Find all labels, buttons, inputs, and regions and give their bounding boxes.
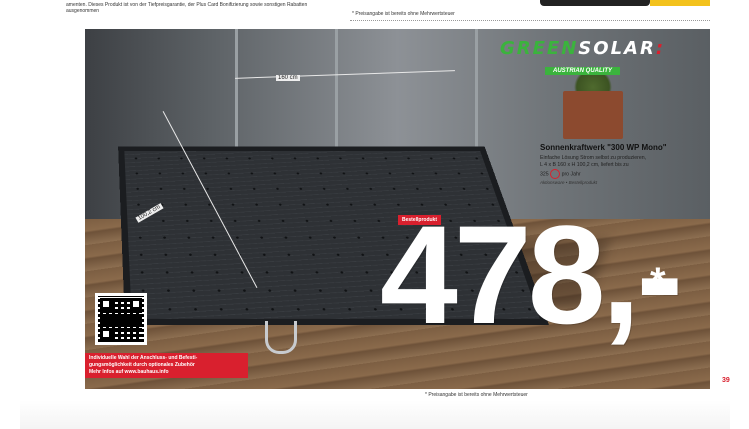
panel-stand [265,321,297,354]
kwh-circle-icon [550,169,561,179]
width-dimension-label: 160 cm [276,75,300,81]
product-title: Sonnenkraftwerk "300 WP Mono" [540,143,667,152]
top-divider [350,20,710,21]
footnote: * Preisangabe ist bereits ohne Mehrwerts… [425,392,528,398]
green-solar-logo: GREENSOLAR: AUSTRIAN QUALITY [500,38,665,77]
product-info: Sonnenkraftwerk "300 WP Mono" Einfache L… [540,143,710,185]
logo-green-text: GREEN [500,38,579,59]
logo-solar-text: SOLAR [578,38,656,59]
top-dark-bar [540,0,650,6]
plant-pot-image [563,91,623,139]
price-value: 478 [380,196,606,353]
top-yellow-bar [650,0,710,6]
page-number: 39 [722,377,730,384]
bottom-margin [20,400,730,429]
logo-wordmark: GREENSOLAR: [500,38,665,59]
qr-finder [130,298,142,310]
info-line: Individuelle Wahl der Anschluss- und Bef… [89,355,198,361]
price-asterisk: * [650,260,666,304]
product-kwh-value: 325 [540,171,549,178]
top-left-disclaimer: amenten. Dieses Produkt ist von der Tief… [66,2,308,14]
qr-finder [100,298,112,310]
price-suffix: ,- [601,196,684,353]
logo-mark: : [655,38,666,59]
top-right-disclaimer: * Preisangabe ist bereits ohne Mehrwerts… [352,11,455,17]
logo-tagline: AUSTRIAN QUALITY [545,67,621,75]
product-note: Aktionsware • Bestellprodukt [540,180,598,185]
info-line: gungsmöglichkeit durch optionales Zubehö… [89,362,195,368]
product-desc-suffix: pro Jahr [561,171,581,178]
product-desc-line2: L 4 x B 160 x H 100,2 cm, liefert bis zu [540,162,629,168]
price-display: 478,- [380,205,683,345]
qr-code[interactable] [95,293,147,345]
product-description: Einfache Lösung Strom selbst zu produzie… [540,155,710,179]
accessory-info-box: Individuelle Wahl der Anschluss- und Bef… [85,353,248,378]
qr-finder [100,328,112,340]
info-link[interactable]: Mehr Infos auf www.bauhaus.info [89,369,244,376]
product-desc-line1: Einfache Lösung Strom selbst zu produzie… [540,155,647,161]
